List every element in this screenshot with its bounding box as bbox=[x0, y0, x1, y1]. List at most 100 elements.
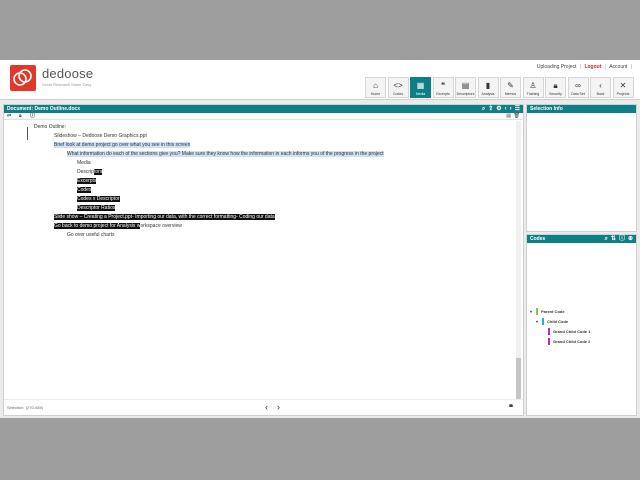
next-page-icon[interactable]: › bbox=[277, 402, 280, 412]
toolbar-button-excerpts[interactable]: ❝ Excerpts bbox=[432, 77, 454, 98]
code-label: Grand Child Code 2 bbox=[553, 338, 591, 344]
document-line[interactable]: Descriptor Ratios bbox=[77, 204, 116, 213]
toolbar-button-home[interactable]: ⌂ Home bbox=[365, 77, 386, 98]
document-subtoolbar: ⇄ 🔒︎ ⓘ ▤ 🗑︎ bbox=[4, 113, 523, 120]
app-window: dedoose Great Research Made Easy Uploadi… bbox=[0, 60, 640, 418]
chevron-down-icon[interactable]: ▾ bbox=[530, 309, 534, 314]
code-item[interactable]: Grand Child Code 2 bbox=[542, 337, 590, 345]
toolbar-button-data-set[interactable]: ∞ Data Set bbox=[567, 77, 589, 98]
toolbar-button-projects[interactable]: ✕ Projects bbox=[612, 77, 634, 98]
sort-icon[interactable]: ⇅ bbox=[611, 235, 616, 243]
chevron-left-icon[interactable]: ‹ bbox=[505, 105, 507, 113]
toolbar-button-training[interactable]: ♙ Training bbox=[522, 77, 544, 98]
highlighted-text: Codes x Descriptor bbox=[77, 196, 120, 202]
document-text: Go over useful charts bbox=[67, 232, 115, 238]
document-tools: ⌕ ⇪ ⚙ ‹ › ☰ bbox=[482, 105, 520, 113]
chevron-right-icon[interactable]: › bbox=[510, 105, 512, 113]
toolbar-button-media[interactable]: ▦ Media bbox=[410, 77, 431, 98]
document-text: Media bbox=[77, 160, 91, 166]
lock-icon: 🔒︎ bbox=[553, 81, 558, 90]
document-line[interactable]: Descriptors bbox=[77, 168, 103, 177]
code-item[interactable]: ▾ Child Code bbox=[536, 317, 568, 325]
lock-icon[interactable]: 🔒︎ bbox=[19, 113, 22, 120]
document-line[interactable]: Excerpts bbox=[77, 177, 97, 186]
highlighted-text: Go back to demo project for Analysis w bbox=[54, 223, 141, 229]
main-toolbar: ⌂ Home <> Codes ▦ Media ❝ Excerpts ▤ Descriptors ▮… bbox=[365, 77, 635, 98]
separator: | bbox=[604, 64, 607, 70]
document-footer: Selection: (270-455) ‹ › ❝ bbox=[4, 399, 523, 415]
highlighted-text: Brief look at demo project go over what … bbox=[54, 142, 191, 148]
quote-icon: ❝ bbox=[440, 81, 446, 90]
toolbar-button-back[interactable]: ‹ Back bbox=[590, 77, 611, 98]
info-icon[interactable]: ⓘ bbox=[30, 113, 35, 120]
document-panel: Document: Demo Outline.docx ⌕ ⇪ ⚙ ‹ › ☰ … bbox=[3, 104, 524, 416]
filter-icon[interactable]: ▤ bbox=[506, 113, 511, 120]
info-icon[interactable]: ⓘ bbox=[619, 235, 625, 243]
document-line[interactable]: Codes x Descriptor bbox=[77, 195, 120, 204]
header: dedoose Great Research Made Easy Uploadi… bbox=[0, 60, 640, 100]
excerpt-bracket[interactable] bbox=[27, 127, 31, 140]
toolbar-button-codes[interactable]: <> Codes bbox=[387, 77, 409, 98]
toolbar-button-analysis[interactable]: ▮ Analysis bbox=[477, 77, 499, 98]
separator: | bbox=[579, 64, 582, 70]
toolbar-button-security[interactable]: 🔒︎ Security bbox=[545, 77, 566, 98]
menu-icon[interactable]: ☰ bbox=[515, 105, 520, 113]
dedoose-logo[interactable] bbox=[10, 65, 36, 91]
document-line[interactable]: Go back to demo project for Analysis wor… bbox=[54, 222, 182, 231]
upload-icon[interactable]: ⇪ bbox=[488, 105, 493, 113]
home-icon: ⌂ bbox=[373, 81, 378, 90]
document-line[interactable]: What information do each of the sections… bbox=[67, 150, 384, 159]
toolbar-button-label: Media bbox=[415, 92, 426, 96]
highlighted-text: What information do each of the sections… bbox=[67, 151, 384, 157]
toolbar-button-label: Analysis bbox=[481, 92, 495, 96]
toolbar-button-label: Security bbox=[549, 92, 562, 96]
toolbar-button-label: Data Set bbox=[571, 92, 585, 96]
document-line[interactable]: Slide show – Creating a Project.ppt- Imp… bbox=[54, 213, 275, 222]
code-item[interactable]: ▾ Parent Code bbox=[530, 307, 565, 315]
document-text: Descrip bbox=[77, 169, 94, 175]
search-icon[interactable]: ⌕ bbox=[482, 105, 485, 113]
search-icon[interactable]: ⌕ bbox=[605, 235, 608, 243]
logout-link[interactable]: Logout bbox=[584, 64, 601, 70]
code-item[interactable]: Grand Child Code 1 bbox=[542, 327, 590, 335]
code-color-swatch bbox=[548, 327, 550, 335]
trash-icon[interactable]: 🗑︎ bbox=[514, 113, 520, 120]
document-scrollbar[interactable] bbox=[516, 121, 521, 399]
add-code-icon[interactable]: ⊕ bbox=[628, 235, 633, 243]
highlighted-text: Slide show – Creating a Project.ppt- Imp… bbox=[54, 214, 275, 220]
document-text: orkspace overview bbox=[140, 223, 182, 229]
chevron-down-icon[interactable]: ▾ bbox=[536, 319, 540, 324]
account-link[interactable]: Account bbox=[609, 64, 627, 70]
create-excerpt-icon[interactable]: ❝ bbox=[509, 403, 513, 412]
media-icon: ▦ bbox=[416, 81, 425, 90]
bar-chart-icon: ▮ bbox=[485, 81, 491, 90]
person-icon: ♙ bbox=[529, 81, 537, 90]
code-label: Grand Child Code 1 bbox=[553, 328, 591, 334]
swap-icon[interactable]: ⇄ bbox=[7, 113, 11, 120]
document-text: Demo Outline: bbox=[34, 124, 66, 130]
document-line[interactable]: Go over useful charts bbox=[67, 231, 115, 240]
code-color-swatch bbox=[536, 307, 538, 315]
toolbar-button-label: Memos bbox=[504, 92, 517, 96]
selection-info-panel: Selection Info bbox=[526, 104, 637, 232]
memo-icon: ✎ bbox=[507, 81, 514, 90]
document-line[interactable]: Media bbox=[77, 159, 91, 168]
document-line[interactable]: Slideshow – Dedoose Demo Graphics.ppt bbox=[54, 132, 147, 141]
scrollbar-thumb[interactable] bbox=[516, 358, 521, 399]
document-line[interactable]: Codes bbox=[77, 186, 92, 195]
document-line[interactable]: Brief look at demo project go over what … bbox=[54, 141, 191, 150]
toolbar-button-memos[interactable]: ✎ Memos bbox=[500, 77, 521, 98]
project-name-link[interactable]: Uploading Project bbox=[537, 64, 576, 70]
gear-icon[interactable]: ⚙ bbox=[496, 105, 501, 113]
codes-panel: Codes ⌕ ⇅ ⓘ ⊕ ▾ Parent Code ▾ Child Code Gra… bbox=[526, 234, 637, 416]
prev-page-icon[interactable]: ‹ bbox=[265, 402, 268, 412]
toolbar-button-label: Descriptors bbox=[456, 92, 475, 96]
clipboard-icon: ▤ bbox=[461, 81, 470, 90]
code-brackets-icon: <> bbox=[393, 81, 403, 90]
codes-tools: ⌕ ⇅ ⓘ ⊕ bbox=[605, 235, 633, 243]
brand-name: dedoose bbox=[42, 66, 94, 81]
document-body[interactable]: Demo Outline: Slideshow – Dedoose Demo Gr… bbox=[4, 121, 515, 399]
toolbar-button-label: Codes bbox=[392, 92, 404, 96]
toolbar-button-descriptors[interactable]: ▤ Descriptors bbox=[455, 77, 476, 98]
document-line[interactable]: Demo Outline: bbox=[34, 123, 66, 132]
